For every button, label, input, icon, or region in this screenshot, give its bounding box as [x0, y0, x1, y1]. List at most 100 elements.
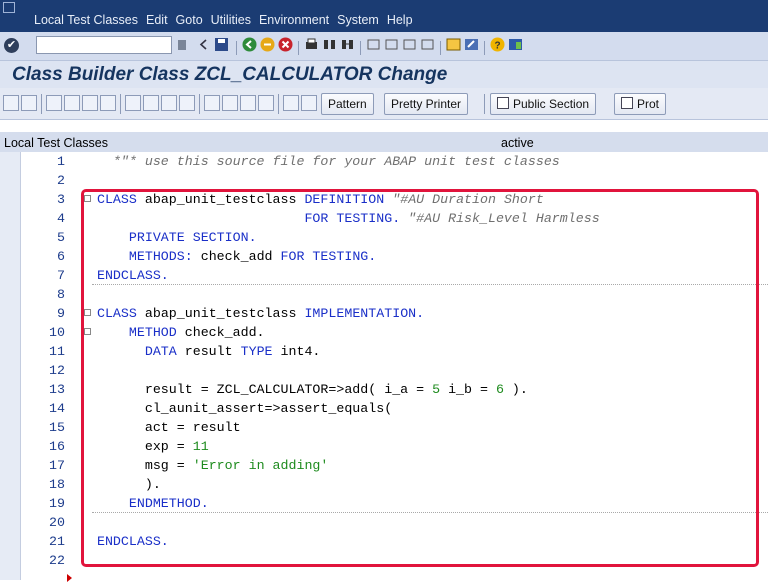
line-number: 17: [49, 458, 65, 473]
previous-page-icon[interactable]: [384, 37, 399, 52]
next-page-icon[interactable]: [402, 37, 417, 52]
object-list-icon[interactable]: [143, 95, 159, 111]
activate-icon[interactable]: [100, 95, 116, 111]
enter-check-icon[interactable]: ✔: [4, 38, 19, 53]
line-number: 13: [49, 382, 65, 397]
toolbar-separator: [360, 41, 361, 55]
toolbar-separator: [236, 41, 237, 55]
first-page-icon[interactable]: [366, 37, 381, 52]
toolbar-separator: [298, 41, 299, 55]
menu-item[interactable]: Local Test Classes: [34, 13, 138, 27]
line-number: 18: [49, 477, 65, 492]
toolbar-separator: [484, 94, 485, 114]
cancel-icon[interactable]: [278, 37, 293, 52]
menu-item[interactable]: System: [337, 13, 379, 27]
help-icon[interactable]: ?: [490, 37, 505, 52]
save-icon[interactable]: [214, 37, 229, 52]
find-next-icon[interactable]: [340, 37, 355, 52]
new-session-icon[interactable]: [446, 37, 461, 52]
toolbar-separator: [120, 94, 121, 114]
where-used-icon[interactable]: [125, 95, 141, 111]
active-inactive-icon[interactable]: [64, 95, 80, 111]
editor-header: Local Test Classes active: [0, 132, 768, 152]
line-number: 21: [49, 534, 65, 549]
menu-bar: Local Test Classes Edit Goto Utilities Envir…: [0, 0, 768, 32]
display-change-icon[interactable]: [46, 95, 62, 111]
editor-header-label: Local Test Classes: [4, 136, 108, 150]
pattern-button-label: Pattern: [328, 97, 367, 111]
code-token: *"* use this source file for your ABAP u…: [96, 154, 560, 169]
print-icon[interactable]: [304, 37, 319, 52]
public-section-label: Public Section: [513, 97, 590, 111]
current-line-marker-icon: [67, 574, 72, 582]
shortcut-icon[interactable]: [464, 37, 479, 52]
line-number: 16: [49, 439, 65, 454]
menu-item[interactable]: Environment: [259, 13, 329, 27]
pattern-button[interactable]: Pattern: [321, 93, 374, 115]
menu-item[interactable]: Goto: [176, 13, 203, 27]
check-icon[interactable]: [82, 95, 98, 111]
fullscreen-icon[interactable]: [240, 95, 256, 111]
line-number: 11: [49, 344, 65, 359]
protected-section-label: Prot: [637, 97, 660, 111]
external-breakpoint-icon[interactable]: [301, 95, 317, 111]
enhance-icon[interactable]: [179, 95, 195, 111]
command-field[interactable]: [36, 36, 172, 54]
exit-icon[interactable]: [260, 37, 275, 52]
list-icon[interactable]: [222, 95, 238, 111]
line-number: 14: [49, 401, 65, 416]
menu-items: Local Test Classes Edit Goto Utilities Envir…: [34, 13, 421, 27]
customize-layout-icon[interactable]: [508, 37, 523, 52]
menu-item[interactable]: Help: [387, 13, 413, 27]
info-icon[interactable]: [258, 95, 274, 111]
command-history-button[interactable]: [178, 40, 186, 50]
pretty-printer-label: Pretty Printer: [391, 97, 462, 111]
line-number: 1: [57, 154, 65, 169]
toolbar-separator: [484, 41, 485, 55]
editor-status: active: [501, 136, 534, 150]
line-number: 15: [49, 420, 65, 435]
command-input[interactable]: [37, 37, 171, 53]
toolbar-separator: [440, 41, 441, 55]
breakpoint-icon[interactable]: [283, 95, 299, 111]
section-icon: [497, 97, 509, 109]
public-section-button[interactable]: Public Section: [490, 93, 597, 115]
code-line[interactable]: 2: [0, 171, 768, 190]
forward-arrow-icon[interactable]: [21, 95, 37, 111]
toolbar-separator: [41, 94, 42, 114]
line-number: 7: [57, 268, 65, 283]
menu-item[interactable]: Utilities: [211, 13, 251, 27]
page-title: Class Builder Class ZCL_CALCULATOR Chang…: [12, 64, 448, 85]
protected-section-button[interactable]: Prot: [614, 93, 667, 115]
navigation-window-icon[interactable]: [161, 95, 177, 111]
back-arrow-icon[interactable]: [3, 95, 19, 111]
find-icon[interactable]: [322, 37, 337, 52]
hierarchy-icon[interactable]: [204, 95, 220, 111]
menu-item[interactable]: Edit: [146, 13, 168, 27]
highlight-box: [81, 189, 759, 567]
line-number: 10: [49, 325, 65, 340]
pretty-printer-button[interactable]: Pretty Printer: [384, 93, 469, 115]
line-number: 22: [49, 553, 65, 568]
line-number: 20: [49, 515, 65, 530]
line-number: 6: [57, 249, 65, 264]
back-icon[interactable]: [242, 37, 257, 52]
line-number: 2: [57, 173, 65, 188]
toolbar-separator: [199, 94, 200, 114]
line-number: 8: [57, 287, 65, 302]
toolbar-separator: [278, 94, 279, 114]
standard-toolbar: ✔ ?: [0, 32, 768, 61]
code-line[interactable]: 1 *"* use this source file for your ABAP…: [0, 152, 768, 171]
system-menu-icon[interactable]: [3, 2, 15, 13]
line-number: 4: [57, 211, 65, 226]
line-number: 12: [49, 363, 65, 378]
line-number: 3: [57, 192, 65, 207]
back-nav-icon[interactable]: [196, 37, 211, 52]
code-text: *"* use this source file for your ABAP u…: [81, 154, 560, 169]
svg-text:?: ?: [495, 41, 501, 52]
last-page-icon[interactable]: [420, 37, 435, 52]
application-toolbar: Pattern Pretty Printer Public Section Pr…: [0, 88, 768, 120]
section-icon: [621, 97, 633, 109]
line-number: 19: [49, 496, 65, 511]
